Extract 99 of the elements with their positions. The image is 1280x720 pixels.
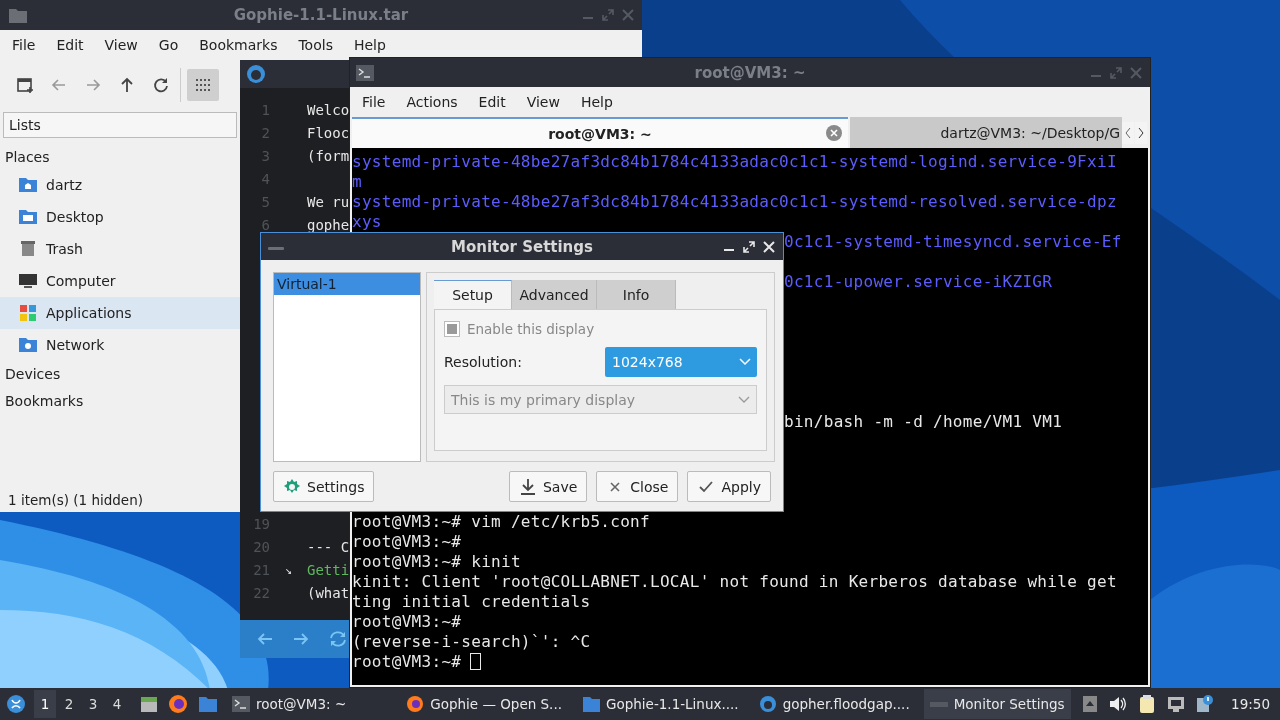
notification-icon[interactable]	[1197, 695, 1214, 713]
fold-marker[interactable]: ↘	[270, 559, 307, 582]
apply-button[interactable]: Apply	[687, 471, 771, 502]
terminal-text: systemd-private-48be27af3dc84b1784c4133adac0c1c1-systemd-logind.service-9FxiI	[352, 152, 1117, 171]
computer-icon	[18, 271, 38, 291]
save-button[interactable]: Save	[508, 471, 588, 502]
taskbar-task[interactable]: Gophie-1.1-Linux....	[576, 689, 745, 719]
tab[interactable]: Info	[597, 280, 676, 309]
code-text: Getti	[307, 561, 350, 580]
folder-icon[interactable]	[198, 695, 218, 713]
terminal-text: systemd-private-48be27af3dc84b1784c4133adac0c1c1-systemd-resolved.service-dpz	[352, 192, 1117, 211]
terminal-text: root@VM3:~#	[352, 612, 462, 631]
browser-icon	[406, 696, 425, 712]
chevron-down-icon	[739, 358, 751, 366]
window-title: root@VM3: ~	[694, 63, 806, 82]
menu-item[interactable]: Help	[572, 94, 621, 110]
window-title: Gophie-1.1-Linux.tar	[233, 6, 409, 24]
workspace-button[interactable]: 2	[58, 690, 80, 718]
download-icon	[518, 477, 537, 496]
taskbar-task[interactable]: root@VM3: ~	[226, 689, 353, 719]
menu-item[interactable]: Bookmarks	[191, 37, 286, 53]
desktop-folder-icon	[18, 207, 38, 227]
menu-item[interactable]: File	[4, 37, 44, 53]
menu-item[interactable]: Help	[345, 37, 394, 53]
terminal-text: (reverse-i-search)`': ^C	[352, 632, 591, 651]
taskbar-task[interactable]: Gophie — Open S...	[400, 689, 568, 719]
menu-item[interactable]: View	[96, 37, 146, 53]
menu-item[interactable]: Edit	[470, 94, 514, 110]
close-button[interactable]: Close	[596, 471, 679, 502]
code-text: We ru	[307, 193, 350, 212]
terminal-icon	[232, 696, 250, 712]
network-icon[interactable]	[1167, 696, 1186, 712]
place-item[interactable]: Desktop	[0, 201, 240, 233]
terminal-text: root@VM3:~# kinit	[352, 552, 521, 571]
terminal-text: root@VM3:~#	[352, 652, 462, 671]
new-tab-icon[interactable]	[16, 76, 34, 94]
place-item[interactable]: Computer	[0, 265, 240, 297]
clock: 19:50	[1231, 696, 1270, 712]
section-heading: Places	[4, 148, 51, 167]
view-mode-dropdown[interactable]: Lists	[3, 112, 237, 138]
reload-icon[interactable]	[152, 76, 170, 94]
section-heading: Devices	[4, 365, 62, 384]
terminal-icon	[356, 64, 374, 81]
browser-icon[interactable]	[168, 694, 188, 714]
terminal-tab[interactable]: root@VM3: ~	[352, 117, 848, 148]
terminal-text: ting initial credentials	[352, 592, 591, 611]
terminal-text: xys	[352, 212, 382, 231]
menu-item[interactable]: File	[354, 94, 394, 110]
file-cabinet-icon[interactable]	[140, 695, 158, 713]
place-item[interactable]: Trash	[0, 233, 240, 265]
terminal-text: kinit: Client 'root@COLLABNET.LOCAL' not found in Kerberos database while get	[352, 572, 1117, 591]
trash-icon	[18, 239, 38, 259]
workspace-button[interactable]: 4	[106, 690, 128, 718]
settings-button[interactable]: Settings	[273, 471, 375, 502]
checkbox-label: Enable this display	[467, 321, 595, 337]
refresh-icon[interactable]	[328, 630, 348, 648]
menu-item[interactable]: Actions	[398, 94, 466, 110]
menu-item[interactable]: Edit	[48, 37, 92, 53]
code-text: (form	[307, 147, 350, 166]
workspace-button[interactable]: 1	[34, 690, 56, 718]
workspace-button[interactable]: 3	[82, 690, 104, 718]
terminal-text: 0c1c1-systemd-timesyncd.service-Ef	[784, 232, 1122, 251]
tab[interactable]: Advanced	[512, 280, 597, 309]
place-item[interactable]: dartz	[0, 169, 240, 201]
field-label: Resolution:	[444, 354, 523, 370]
output-item[interactable]: Virtual-1	[274, 273, 420, 295]
start-menu-icon[interactable]	[6, 694, 26, 714]
code-text: Flooc	[307, 124, 350, 143]
code-text: --- C	[307, 538, 350, 557]
clipboard-icon[interactable]	[1139, 695, 1156, 713]
terminal-text: root@VM3:~# vim /etc/krb5.conf	[352, 512, 650, 531]
menu-item[interactable]: Tools	[290, 37, 341, 53]
icon-view-button[interactable]	[187, 69, 219, 101]
volume-icon[interactable]	[1109, 696, 1128, 712]
terminal-tab[interactable]: dartz@VM3: ~/Desktop/G	[850, 117, 1122, 148]
folder-icon	[8, 6, 28, 24]
folder-icon	[582, 696, 600, 712]
place-item[interactable]: Applications	[0, 297, 240, 329]
taskbar-task[interactable]: gopher.floodgap....	[752, 689, 916, 719]
taskbar-task[interactable]: Monitor Settings	[923, 689, 1071, 719]
code-text: gophe	[307, 216, 350, 235]
code-text: Welco	[307, 101, 350, 120]
network-folder-icon	[18, 335, 38, 355]
terminal-text: bin/bash -m -d /home/VM1 VM1	[784, 412, 1063, 431]
menu-item[interactable]: Go	[150, 37, 187, 53]
code-text: (what	[307, 584, 350, 603]
section-heading: Bookmarks	[4, 392, 85, 411]
tab[interactable]: Setup	[434, 280, 512, 309]
home-folder-icon	[18, 175, 38, 195]
applications-icon	[18, 303, 38, 323]
place-item[interactable]: Network	[0, 329, 240, 361]
window-icon	[929, 701, 948, 707]
terminal-text: root@VM3:~#	[352, 532, 462, 551]
terminal-text: 0c1c1-upower.service-iKZIGR	[784, 272, 1053, 291]
grid-icon	[195, 78, 211, 92]
menu-item[interactable]: View	[518, 94, 568, 110]
window-title: Monitor Settings	[451, 237, 593, 256]
chevron-down-icon	[738, 395, 750, 404]
terminal-text: m	[352, 172, 362, 191]
